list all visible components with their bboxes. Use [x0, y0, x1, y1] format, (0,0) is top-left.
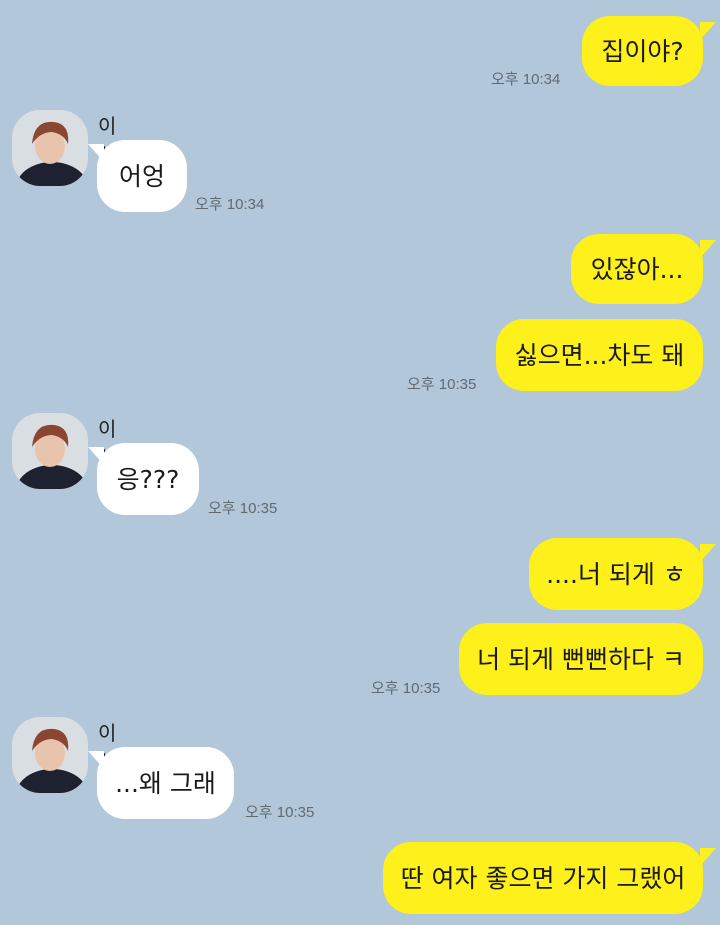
message-bubble[interactable]: ...왜 그래: [97, 747, 234, 819]
message-time: 오후 10:35: [245, 804, 315, 821]
message-time: 오후 10:35: [371, 680, 441, 697]
bubble-tail: [700, 544, 716, 562]
profile-photo-avatar: [12, 717, 88, 793]
message-bubble[interactable]: 딴 여자 좋으면 가지 그랬어: [383, 842, 703, 914]
bubble-tail: [88, 144, 104, 162]
bubble-tail: [700, 848, 716, 866]
bubble-tail: [88, 751, 104, 769]
message-bubble[interactable]: 있잖아...: [571, 234, 703, 304]
message-bubble[interactable]: ....너 되게 ㅎ: [529, 538, 703, 610]
profile-photo-avatar: [12, 110, 88, 186]
message-bubble[interactable]: 어엉: [97, 140, 187, 212]
message-time: 오후 10:34: [195, 196, 265, 213]
message-bubble[interactable]: 집이야?: [582, 16, 703, 86]
bubble-tail: [700, 240, 716, 258]
message-time: 오후 10:35: [208, 500, 278, 517]
message-bubble[interactable]: 싫으면...차도 돼: [496, 319, 703, 391]
bubble-tail: [88, 447, 104, 465]
message-time: 오후 10:34: [491, 71, 561, 88]
bubble-tail: [700, 22, 716, 40]
message-bubble[interactable]: 너 되게 뻔뻔하다 ㅋ: [459, 623, 703, 695]
message-bubble[interactable]: 응???: [97, 443, 199, 515]
avatar[interactable]: [12, 717, 88, 793]
avatar[interactable]: [12, 110, 88, 186]
message-time: 오후 10:35: [407, 376, 477, 393]
avatar[interactable]: [12, 413, 88, 489]
profile-photo-avatar: [12, 413, 88, 489]
